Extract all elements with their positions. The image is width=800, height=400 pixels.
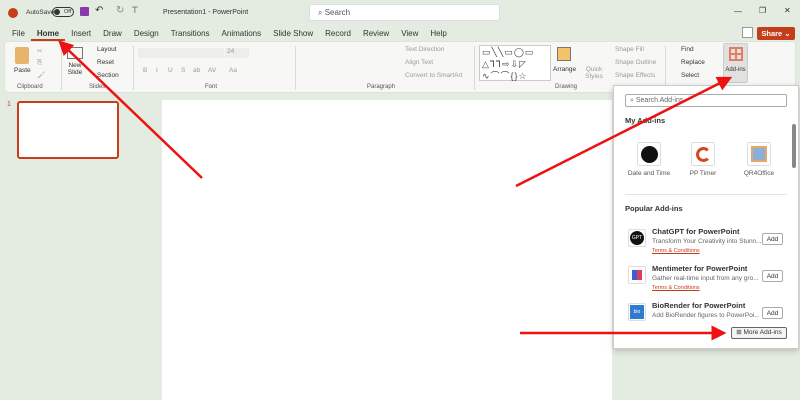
arrow-to-home-tab xyxy=(58,40,203,179)
annotation-arrows xyxy=(58,40,733,341)
arrow-to-addins-button xyxy=(515,76,733,188)
